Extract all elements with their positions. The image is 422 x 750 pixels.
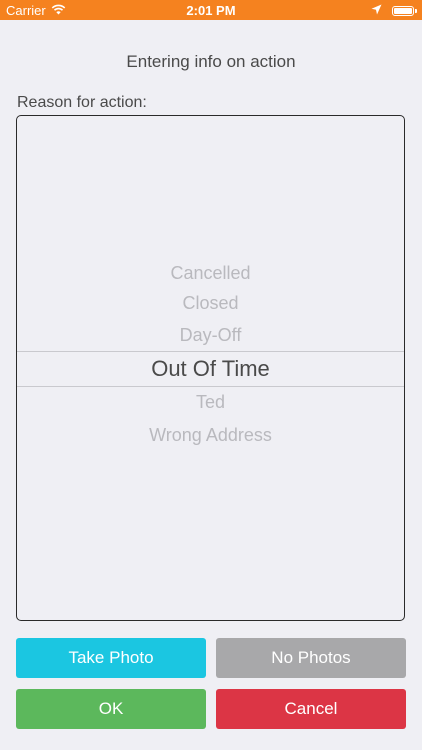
- picker-option-selected[interactable]: Out Of Time: [17, 355, 404, 383]
- page-title: Entering info on action: [126, 52, 296, 71]
- picker-option-closed[interactable]: Closed: [17, 292, 404, 314]
- picker-selection-top-line: [17, 351, 404, 352]
- reason-picker[interactable]: Cancelled Closed Day-Off Out Of Time Ted…: [16, 115, 405, 621]
- picker-selection-bottom-line: [17, 386, 404, 387]
- status-right-group: [371, 3, 417, 18]
- take-photo-button[interactable]: Take Photo: [16, 638, 206, 678]
- location-arrow-icon: [371, 3, 382, 18]
- picker-option-day-off[interactable]: Day-Off: [17, 324, 404, 346]
- picker-option-cancelled[interactable]: Cancelled: [17, 262, 404, 284]
- status-bar: Carrier 2:01 PM: [0, 0, 422, 20]
- battery-icon: [392, 5, 417, 16]
- reason-label: Reason for action:: [17, 94, 147, 111]
- picker-option-wrong-address[interactable]: Wrong Address: [17, 424, 404, 446]
- no-photos-button[interactable]: No Photos: [216, 638, 406, 678]
- ok-button[interactable]: OK: [16, 689, 206, 729]
- cancel-button[interactable]: Cancel: [216, 689, 406, 729]
- picker-option-ted[interactable]: Ted: [17, 391, 404, 413]
- status-time: 2:01 PM: [186, 3, 236, 18]
